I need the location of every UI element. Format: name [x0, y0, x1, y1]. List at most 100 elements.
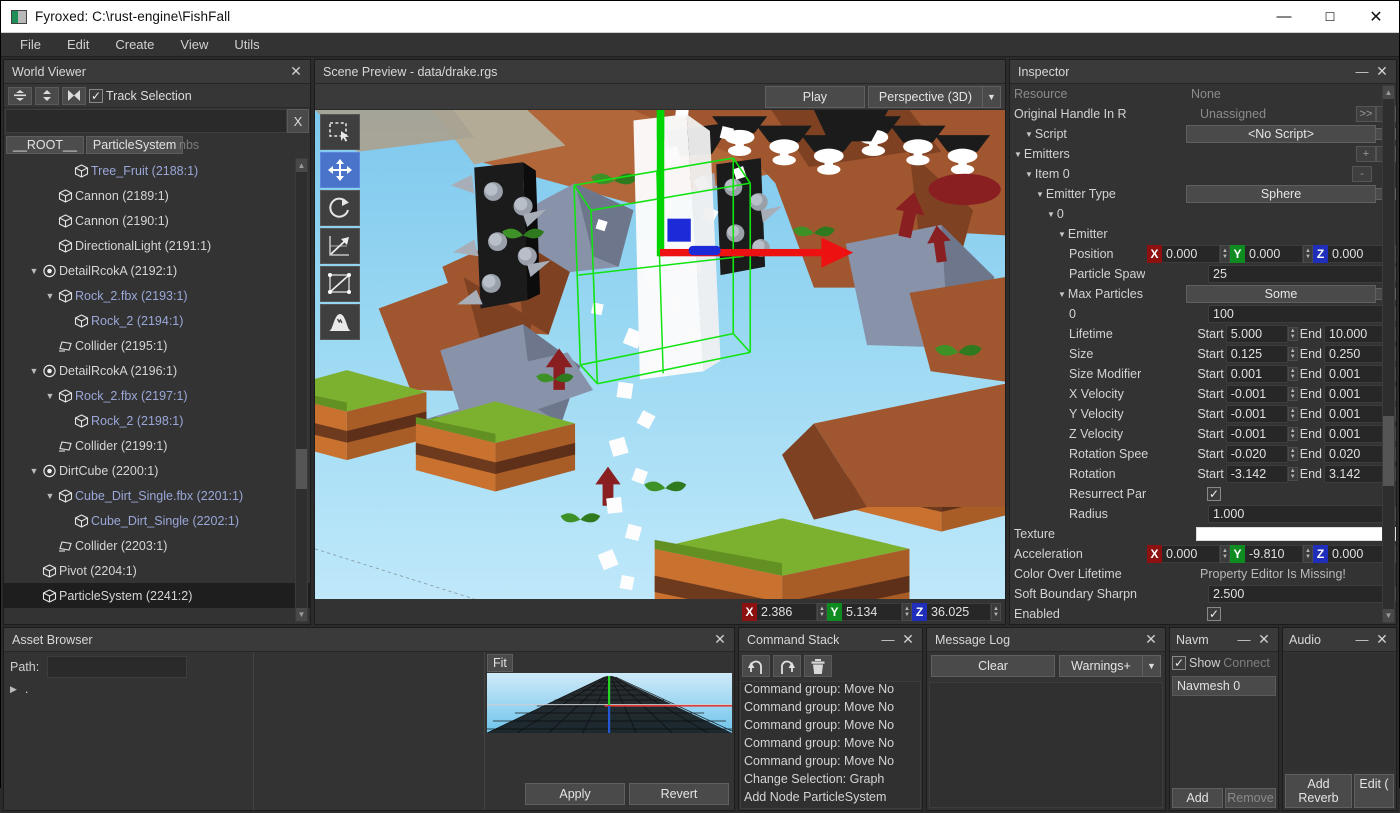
projection-dropdown[interactable]: Perspective (3D) ▼ — [867, 85, 1001, 108]
tree-node[interactable]: ▼Rock_2 (2198:1) — [4, 408, 310, 433]
tree-expand-arrow-icon[interactable]: ▼ — [28, 466, 40, 476]
tree-node[interactable]: ▼ DetailRcokA (2192:1) — [4, 258, 310, 283]
tree-node[interactable]: ▼Rock_2 (2194:1) — [4, 308, 310, 333]
tree-scroll-down-icon[interactable]: ▼ — [296, 608, 307, 621]
tree-node[interactable]: ▼Cannon (2189:1) — [4, 183, 310, 208]
minimize-button[interactable]: — — [1261, 1, 1307, 33]
clear-log-button[interactable]: Clear — [931, 655, 1055, 677]
navmesh-icon[interactable] — [320, 266, 360, 302]
tree-node[interactable]: ▼ Cube_Dirt_Single.fbx (2201:1) — [4, 483, 310, 508]
property-dropdown-value[interactable]: Sphere — [1186, 185, 1376, 203]
redo-icon[interactable] — [773, 655, 801, 677]
terrain-icon[interactable] — [320, 304, 360, 340]
tree-expand-arrow-icon[interactable]: ▼ — [44, 291, 56, 301]
inspector-property-list[interactable]: ▲ ▼ Resource None Original Handle In R Unas… — [1010, 84, 1396, 624]
fit-button[interactable]: Fit — [487, 654, 513, 672]
expand-triangle-icon[interactable]: ▼ — [1036, 190, 1044, 199]
audio-list[interactable] — [1285, 654, 1394, 770]
range-end-value[interactable]: 0.250 — [1324, 345, 1386, 363]
scene-graph-tree[interactable]: ▲ ▼ ▼Tree_Fruit (2188:1)▼Cannon (2189:1)… — [4, 156, 310, 624]
close-button[interactable]: ✕ — [1353, 1, 1399, 33]
asset-path-input[interactable] — [47, 656, 188, 678]
trash-icon[interactable] — [804, 655, 832, 677]
command-stack-item[interactable]: Change Selection: Graph — [741, 772, 920, 790]
world-viewer-close-icon[interactable]: ✕ — [286, 62, 306, 82]
tree-node[interactable]: ▼Collider (2199:1) — [4, 433, 310, 458]
expand-triangle-icon[interactable]: ▼ — [1047, 210, 1055, 219]
vector3-field[interactable]: X0.000▲▼Y-9.810▲▼Z0.000▲▼ — [1147, 545, 1396, 563]
stepper[interactable]: ▲▼ — [1287, 447, 1298, 461]
navmesh-connect-button[interactable]: Connect — [1223, 656, 1270, 670]
property-dropdown-value[interactable]: <No Script> — [1186, 125, 1376, 143]
range-end-value[interactable]: 0.001 — [1324, 385, 1386, 403]
play-button[interactable]: Play — [764, 85, 865, 108]
select-icon[interactable] — [320, 114, 360, 150]
tree-node[interactable]: ▼Pivot (2204:1) — [4, 558, 310, 583]
camera-y-value[interactable]: 5.134 — [842, 602, 902, 621]
search-clear-icon[interactable]: X — [287, 109, 309, 133]
audio-minimize-icon[interactable]: — — [1352, 630, 1372, 650]
tree-expand-arrow-icon[interactable]: ▼ — [28, 366, 40, 376]
command-stack-item[interactable]: Command group: Move No — [741, 682, 920, 700]
range-end-value[interactable]: 10.000 — [1324, 325, 1386, 343]
tree-node[interactable]: ▼Collider (2195:1) — [4, 333, 310, 358]
stepper[interactable]: ▲▼ — [1303, 245, 1313, 263]
numeric-input[interactable]: 100 — [1208, 305, 1386, 323]
tree-node[interactable]: ▼Cube_Dirt_Single (2202:1) — [4, 508, 310, 533]
navmesh-remove-button[interactable]: Remove — [1225, 788, 1276, 808]
message-log-list[interactable] — [929, 682, 1163, 808]
stepper[interactable]: ▲▼ — [1287, 427, 1298, 441]
handle-locate-button[interactable]: >> — [1356, 106, 1376, 122]
expand-triangle-icon[interactable]: ▼ — [1058, 290, 1066, 299]
vector-x-value[interactable]: 0.000 — [1162, 545, 1220, 563]
range-end-value[interactable]: 0.001 — [1324, 365, 1386, 383]
log-filter-dropdown[interactable]: Warnings+ ▼ — [1059, 655, 1161, 677]
stepper[interactable]: ▲▼ — [1220, 545, 1230, 563]
range-start-value[interactable]: -0.001 — [1225, 405, 1288, 423]
tree-node[interactable]: ▼ParticleSystem (2241:2) — [4, 583, 310, 608]
asset-browser-close-icon[interactable]: ✕ — [710, 630, 730, 650]
stepper[interactable]: ▲▼ — [1303, 545, 1313, 563]
stepper[interactable]: ▲▼ — [1287, 467, 1298, 481]
tree-expand-arrow-icon[interactable]: ▼ — [44, 491, 56, 501]
command-stack-item[interactable]: Command group: Move No — [741, 718, 920, 736]
maximize-button[interactable]: ☐ — [1307, 1, 1353, 33]
scale-icon[interactable] — [320, 228, 360, 264]
inspector-scroll-thumb[interactable] — [1383, 416, 1394, 486]
navmesh-add-button[interactable]: Add — [1172, 788, 1223, 808]
stepper[interactable]: ▲▼ — [1287, 327, 1298, 341]
range-start-value[interactable]: -3.142 — [1225, 465, 1288, 483]
expand-triangle-icon[interactable]: ▼ — [1025, 130, 1033, 139]
camera-y-stepper[interactable]: ▲ ▼ — [902, 602, 912, 621]
undo-icon[interactable] — [742, 655, 770, 677]
scene-viewport[interactable] — [315, 110, 1005, 599]
range-start-value[interactable]: 5.000 — [1225, 325, 1288, 343]
message-log-close-icon[interactable]: ✕ — [1141, 630, 1161, 650]
vector-z-value[interactable]: 0.000 — [1328, 245, 1386, 263]
command-stack-item[interactable]: Add Node ParticleSystem — [741, 790, 920, 808]
inspector-close-icon[interactable]: ✕ — [1372, 62, 1392, 82]
stepper[interactable]: ▲▼ — [1287, 347, 1298, 361]
locate-selection-icon[interactable] — [62, 86, 86, 105]
breadcrumb-particlesystem[interactable]: ParticleSystem — [85, 136, 184, 154]
stepper[interactable]: ▲▼ — [1287, 407, 1298, 421]
numeric-input[interactable]: 25 — [1208, 265, 1386, 283]
range-start-value[interactable]: 0.125 — [1225, 345, 1288, 363]
camera-z-value[interactable]: 36.025 — [927, 602, 991, 621]
property-checkbox[interactable]: ✓ — [1207, 487, 1221, 501]
stepper[interactable]: ▲▼ — [1220, 245, 1230, 263]
camera-x-stepper[interactable]: ▲ ▼ — [817, 602, 827, 621]
add-emitter-button[interactable]: + — [1356, 146, 1376, 162]
navmesh-minimize-icon[interactable]: — — [1234, 630, 1254, 650]
tree-node[interactable]: ▼ DetailRcokA (2196:1) — [4, 358, 310, 383]
audio-close-icon[interactable]: ✕ — [1372, 630, 1392, 650]
command-stack-item[interactable]: Command group: Move No — [741, 754, 920, 772]
navmesh-close-icon[interactable]: ✕ — [1254, 630, 1274, 650]
range-end-value[interactable]: 0.001 — [1324, 405, 1386, 423]
inspector-minimize-icon[interactable]: — — [1352, 62, 1372, 82]
vector3-field[interactable]: X0.000▲▼Y0.000▲▼Z0.000▲▼ — [1147, 245, 1396, 263]
command-stack-list[interactable]: Command group: Move No Command group: Mov… — [740, 681, 921, 809]
move-icon[interactable] — [320, 152, 360, 188]
menu-file[interactable]: File — [7, 35, 54, 54]
expand-triangle-icon[interactable]: ▼ — [1025, 170, 1033, 179]
